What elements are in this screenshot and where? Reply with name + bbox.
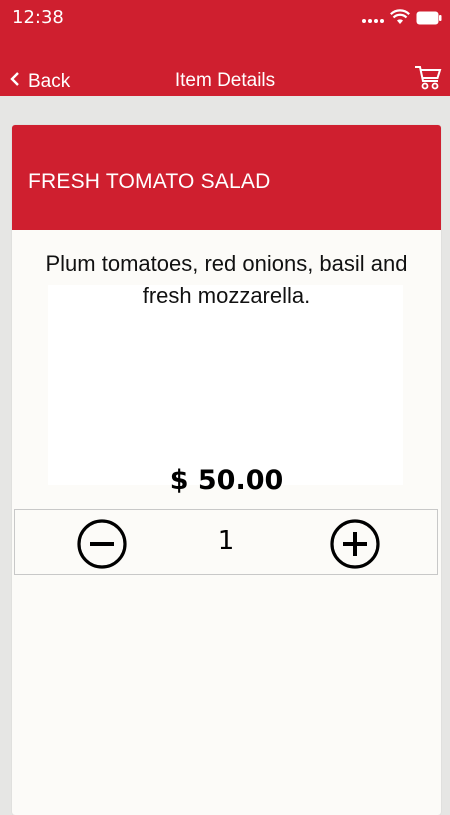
status-bar: 12:38: [0, 0, 450, 38]
signal-dots-icon: [362, 10, 384, 29]
item-header: FRESH TOMATO SALAD: [12, 125, 441, 230]
wifi-icon: [390, 9, 410, 29]
quantity-stepper: 1: [14, 509, 438, 575]
item-image: [48, 285, 403, 485]
item-description: Plum tomatoes, red onions, basil and fre…: [45, 251, 408, 308]
increase-quantity-button[interactable]: [330, 519, 380, 569]
nav-bar: Back Item Details: [0, 38, 450, 96]
item-name: FRESH TOMATO SALAD: [28, 169, 271, 193]
plus-circle-icon: [330, 519, 380, 569]
status-time: 12:38: [12, 7, 64, 28]
cart-icon[interactable]: [414, 64, 442, 92]
status-icons: [362, 9, 442, 29]
item-card: FRESH TOMATO SALAD Plum tomatoes, red on…: [12, 125, 441, 815]
page-title: Item Details: [174, 70, 276, 91]
item-price: $ 50.00: [169, 465, 284, 496]
battery-icon: [416, 10, 442, 29]
